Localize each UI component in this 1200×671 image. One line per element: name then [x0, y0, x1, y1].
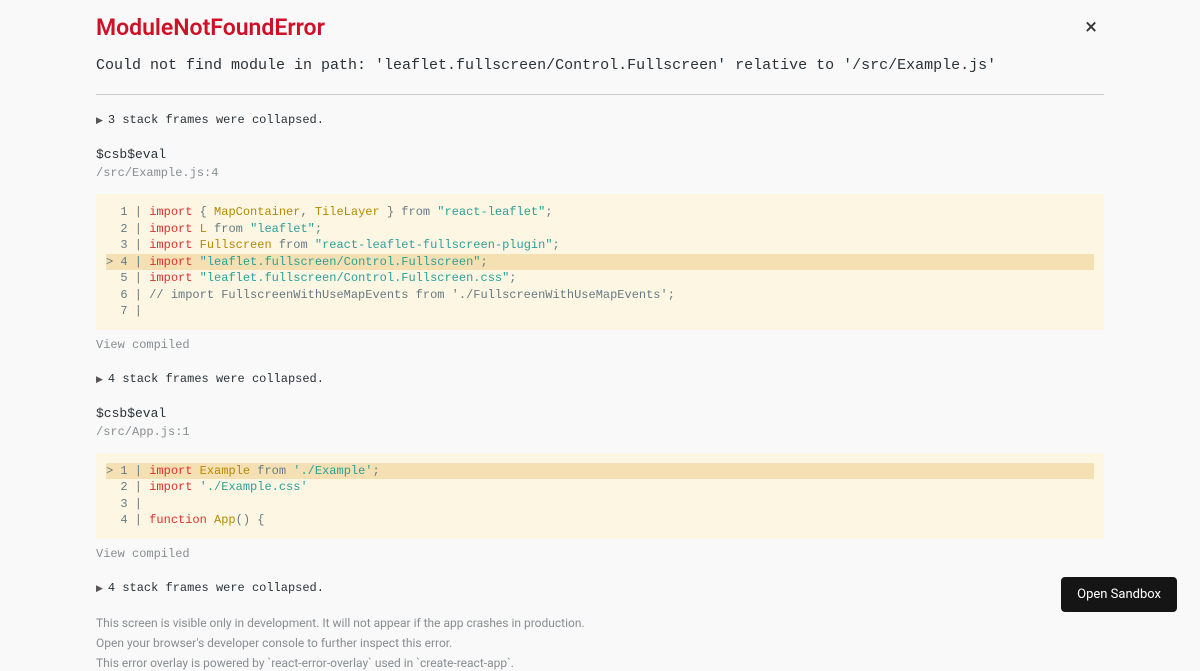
code-block: 1 | import { MapContainer, TileLayer } f… — [96, 194, 1104, 330]
collapse-toggle-3[interactable]: 4 stack frames were collapsed. — [96, 581, 1104, 595]
footer-line: This screen is visible only in developme… — [96, 615, 1104, 632]
error-overlay: ModuleNotFoundError Could not find modul… — [0, 0, 1200, 671]
error-message: Could not find module in path: 'leaflet.… — [96, 55, 1104, 76]
collapse-toggle-2[interactable]: 4 stack frames were collapsed. — [96, 372, 1104, 386]
close-icon[interactable]: × — [1085, 17, 1097, 39]
view-compiled-link[interactable]: View compiled — [96, 338, 1104, 352]
frame-location[interactable]: /src/App.js:1 — [96, 425, 1104, 439]
frame-location[interactable]: /src/Example.js:4 — [96, 166, 1104, 180]
footer-text: This screen is visible only in developme… — [96, 615, 1104, 671]
open-sandbox-button[interactable]: Open Sandbox — [1061, 577, 1177, 612]
divider — [96, 94, 1104, 95]
collapse-toggle-1[interactable]: 3 stack frames were collapsed. — [96, 113, 1104, 127]
view-compiled-link[interactable]: View compiled — [96, 547, 1104, 561]
footer-line: Open your browser's developer console to… — [96, 635, 1104, 652]
frame-function-name: $csb$eval — [96, 406, 1104, 421]
footer-line: This error overlay is powered by `react-… — [96, 655, 1104, 671]
error-title: ModuleNotFoundError — [96, 14, 1104, 41]
frame-function-name: $csb$eval — [96, 147, 1104, 162]
code-block: > 1 | import Example from './Example'; 2… — [96, 453, 1104, 539]
